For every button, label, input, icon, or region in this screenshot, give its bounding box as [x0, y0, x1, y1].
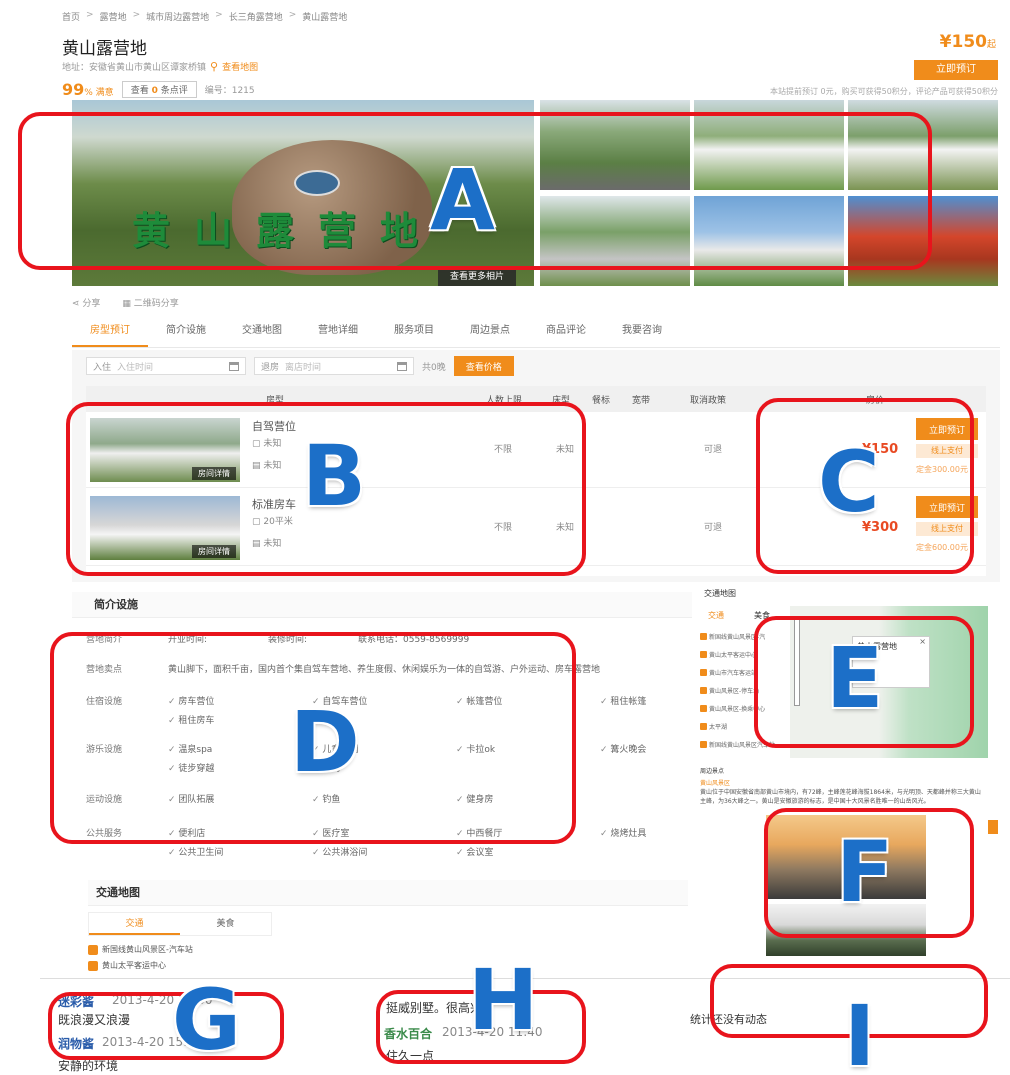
breadcrumb-separator: >	[215, 10, 223, 20]
nearby-heading: 周边景点	[700, 768, 725, 775]
qr-icon: ▦	[122, 299, 134, 309]
review-count-button[interactable]: 查看 0 条点评	[121, 81, 197, 98]
satisfaction-rate: 99% 满意	[62, 80, 114, 99]
breadcrumb-separator: >	[288, 10, 297, 20]
nearby-sub: 黄山风景区	[700, 780, 731, 787]
share-icon: ⋖	[72, 299, 83, 309]
calendar-icon	[229, 361, 239, 371]
room-cancel-policy: 可退	[704, 445, 723, 455]
start-price: ¥150起	[939, 32, 996, 52]
tab-room-booking[interactable]: 房型预订	[72, 318, 148, 347]
annotation-label-a: A	[430, 151, 496, 249]
breadcrumb-separator: >	[86, 10, 94, 20]
checkout-field[interactable]: 退房 离店时间	[254, 357, 414, 375]
nights-count: 共0晚	[422, 362, 446, 373]
annotation-label-b: B	[302, 427, 367, 525]
tab-camp-detail[interactable]: 营地详细	[300, 318, 376, 347]
side-map-title: 交通地图	[704, 589, 736, 598]
annotation-label-c: C	[818, 433, 880, 531]
rating-line: 99% 满意 查看 0 条点评 编号：1215	[62, 80, 255, 99]
breadcrumb-separator: >	[132, 10, 141, 20]
breadcrumb-item[interactable]: 城市周边露营地	[146, 10, 209, 23]
tab-intro[interactable]: 简介设施	[148, 318, 224, 347]
tab-consult[interactable]: 我要咨询	[604, 318, 680, 347]
address-line: 地址：安徽省黄山市黄山区谭家桥镇 ⚲ 查看地图	[62, 60, 258, 73]
marker-icon	[88, 960, 98, 971]
annotation-box-g	[48, 992, 284, 1060]
checkin-field[interactable]: 入住 入住时间	[86, 357, 246, 375]
header-broadband: 宽带	[632, 395, 651, 406]
tab-nearby[interactable]: 周边景点	[452, 318, 528, 347]
annotation-label-d: D	[290, 693, 360, 791]
address-text: 地址：安徽省黄山市黄山区谭家桥镇	[62, 63, 207, 73]
promo-text: 本站提前预订 0元，购买可获得50积分，评论产品可获得50积分	[770, 87, 998, 96]
annotation-label-f: F	[836, 823, 894, 921]
tab-food[interactable]: 美食	[180, 913, 271, 935]
side-tab-traffic[interactable]: 交通	[708, 610, 724, 621]
transport-title: 交通地图	[88, 880, 688, 906]
tab-traffic[interactable]: 交通	[89, 913, 180, 935]
calendar-icon	[397, 361, 407, 371]
annotation-label-h: H	[468, 951, 539, 1049]
marker-icon	[88, 944, 98, 955]
breadcrumb-item[interactable]: 首页	[62, 10, 80, 23]
tab-transport[interactable]: 交通地图	[224, 318, 300, 347]
nearby-text: 黄山位于中国安徽省南部黄山市境内，有72峰，主峰莲花峰海拔1864米，与光明顶、…	[700, 789, 981, 805]
breadcrumb-item: 黄山露营地	[302, 13, 348, 23]
transport-tabs: 交通 美食	[88, 912, 272, 936]
check-price-button[interactable]: 查看价格	[453, 356, 514, 376]
breadcrumb-item[interactable]: 长三角露营地	[229, 10, 283, 23]
room-cancel-policy: 可退	[704, 523, 723, 533]
intro-title: 简介设施	[72, 592, 692, 618]
date-row: 入住 入住时间 退房 离店时间 共0晚 查看价格	[86, 356, 514, 376]
header-cancel: 取消政策	[690, 395, 727, 406]
page-title: 黄山露营地	[62, 39, 147, 59]
book-now-button[interactable]: 立即预订	[914, 60, 998, 80]
transport-section: 交通地图 交通 美食 新国线黄山风景区-汽车站 黄山太平客运中心	[88, 880, 688, 971]
breadcrumb: 首页 > 露营地 > 城市周边露营地 > 长三角露营地 > 黄山露营地	[62, 10, 347, 23]
tab-reviews[interactable]: 商品评论	[528, 318, 604, 347]
section-tabs: 房型预订 简介设施 交通地图 营地详细 服务项目 周边景点 商品评论 我要咨询	[72, 318, 1000, 348]
header-meal: 餐标	[592, 395, 611, 406]
list-item[interactable]: 新国线黄山风景区-汽车站	[88, 944, 193, 955]
serial-number: 编号：1215	[204, 86, 255, 96]
more-photos-button[interactable]: 查看更多相片	[438, 268, 516, 286]
qr-share-button[interactable]: ▦ 二维码分享	[122, 296, 178, 309]
side-scroll-tab[interactable]	[988, 820, 998, 834]
share-row: ⋖ 分享 ▦ 二维码分享	[72, 296, 179, 309]
map-pin-icon: ⚲	[210, 60, 219, 73]
share-button[interactable]: ⋖ 分享	[72, 296, 100, 309]
tab-services[interactable]: 服务项目	[376, 318, 452, 347]
annotation-label-i: I	[844, 987, 876, 1075]
annotation-label-e: E	[826, 629, 884, 727]
annotation-label-g: G	[172, 971, 241, 1069]
list-item[interactable]: 黄山太平客运中心	[88, 960, 166, 971]
breadcrumb-item[interactable]: 露营地	[100, 10, 127, 23]
view-map-link[interactable]: 查看地图	[222, 60, 258, 73]
